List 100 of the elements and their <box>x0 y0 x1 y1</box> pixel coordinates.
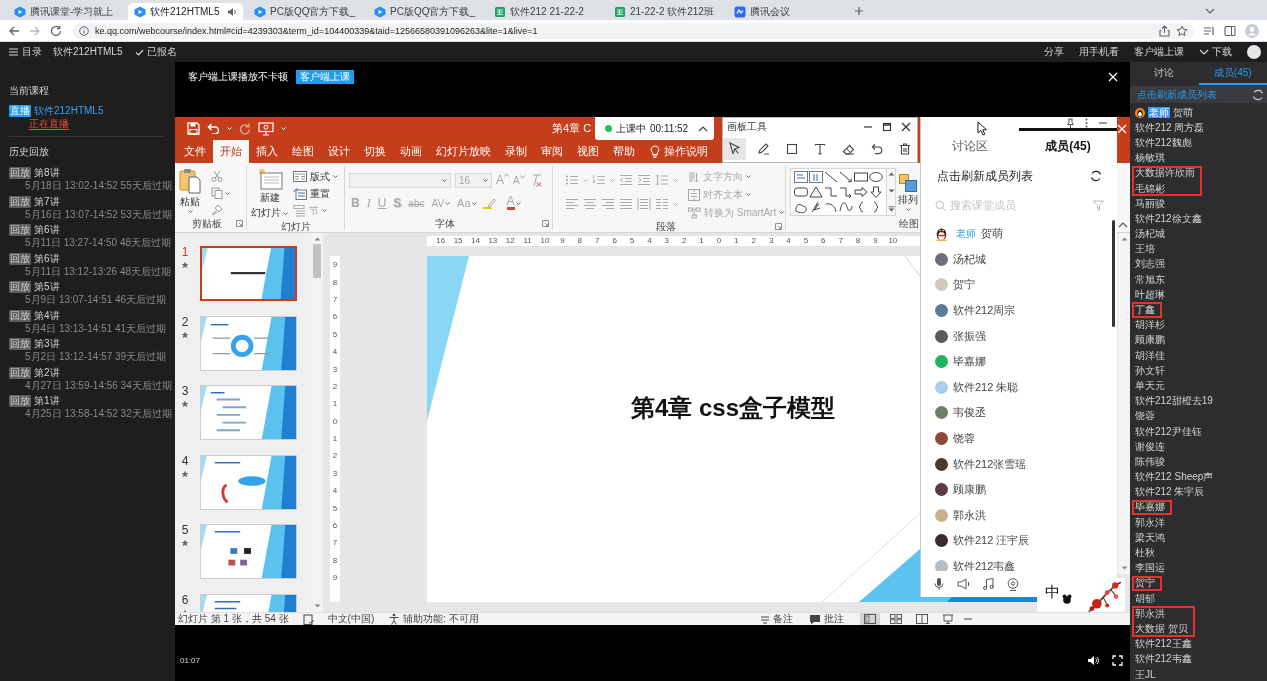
arrange-button[interactable]: 排列 <box>898 168 918 217</box>
ribbon-tab[interactable]: 开始 <box>213 140 249 163</box>
webcam-icon[interactable] <box>1007 577 1019 591</box>
replay-title[interactable]: 第6讲 <box>34 251 60 266</box>
curve-icon[interactable] <box>839 201 853 213</box>
refresh-member-list-link[interactable]: 点击刷新成员列表 <box>937 167 1033 185</box>
arc-icon[interactable] <box>824 201 838 213</box>
ribbon-tab[interactable]: 文件 <box>177 140 213 163</box>
right-arrow-icon[interactable] <box>854 186 868 198</box>
ribbon-tab[interactable]: 幻灯片放映 <box>429 140 498 163</box>
share-icon[interactable] <box>1159 24 1170 37</box>
replay-title[interactable]: 第8讲 <box>34 166 60 180</box>
rectangle-icon[interactable] <box>854 171 868 183</box>
scrollbar-thumb[interactable] <box>1112 220 1115 327</box>
triangle-icon[interactable] <box>809 186 823 198</box>
bookmark-star-icon[interactable] <box>1176 24 1188 37</box>
ribbon-tab[interactable]: 动画 <box>393 140 429 163</box>
browser-tab[interactable]: 腾讯课堂-学习就上 <box>8 3 123 20</box>
ribbon-tab[interactable]: 录制 <box>498 140 534 163</box>
scrollbar-track[interactable] <box>1118 233 1130 574</box>
line-icon[interactable] <box>824 171 838 183</box>
top-bar-link[interactable]: 分享 <box>1044 45 1064 59</box>
side-panel-icon[interactable] <box>1224 24 1236 37</box>
freeform-icon[interactable] <box>794 201 808 213</box>
scroll-down-icon[interactable] <box>313 604 321 608</box>
scroll-up-icon[interactable] <box>313 237 321 241</box>
comments-button[interactable]: 批注 <box>809 612 844 625</box>
maximize-icon[interactable] <box>882 121 892 132</box>
layout-button[interactable]: 版式 <box>293 169 338 184</box>
caret-down-icon[interactable] <box>227 127 232 130</box>
scroll-up-icon[interactable] <box>1120 237 1128 241</box>
reset-button[interactable]: 重置 <box>293 186 338 201</box>
down-arrow-icon[interactable] <box>869 186 883 198</box>
text-box-icon[interactable] <box>794 171 808 183</box>
dialog-launcher-icon[interactable] <box>236 220 243 227</box>
arrow-line-icon[interactable] <box>839 171 853 183</box>
gallery-up-icon[interactable] <box>887 172 895 176</box>
replay-title[interactable]: 第6讲 <box>34 223 60 237</box>
undo-icon[interactable] <box>207 123 220 134</box>
volume-icon[interactable] <box>1087 655 1099 666</box>
browser-tab[interactable]: 软件212 21-22-2 <box>488 3 603 20</box>
panel-tab[interactable]: 讨论 <box>1130 62 1199 85</box>
panel-tab[interactable]: 成员(45) <box>1019 128 1117 161</box>
tell-me-search[interactable]: 操作说明 <box>650 140 708 163</box>
reading-list-icon[interactable] <box>1203 24 1215 37</box>
dialog-launcher-icon[interactable] <box>775 223 782 230</box>
spell-check-icon[interactable] <box>302 613 314 625</box>
browser-tab[interactable]: PC版QQ官方下载_ <box>368 3 483 20</box>
pin-icon[interactable] <box>1066 117 1075 128</box>
tab-search-icon[interactable] <box>1205 8 1215 14</box>
ribbon-tab[interactable]: 插入 <box>249 140 285 163</box>
microphone-icon[interactable] <box>934 577 944 591</box>
gallery-down-icon[interactable] <box>887 189 895 193</box>
input-mode-indicator[interactable]: 中 <box>1045 582 1060 602</box>
presentation-screen-icon[interactable] <box>258 121 274 136</box>
replay-title[interactable]: 第2讲 <box>34 365 60 380</box>
browser-tab[interactable]: PC版QQ官方下载_ <box>248 3 363 20</box>
site-info-icon[interactable] <box>79 25 89 36</box>
browser-tab[interactable]: 腾讯会议 <box>728 3 843 20</box>
live-indicator[interactable]: 上课中 00:11:52 <box>595 117 714 140</box>
address-field[interactable]: ke.qq.com/webcourse/index.html#cid=4239303&term_id=104400339&taid=12566580391096263&lite=1&live=1 <box>73 22 1194 39</box>
replay-title[interactable]: 第3讲 <box>34 337 60 351</box>
fullscreen-icon[interactable] <box>1112 655 1123 666</box>
oval-icon[interactable] <box>869 171 883 183</box>
new-slide-button[interactable]: 新建 幻灯片 <box>251 168 288 220</box>
scribble-icon[interactable] <box>809 201 823 213</box>
contents-menu-button[interactable]: 目录 <box>9 45 42 59</box>
paste-button[interactable]: 粘贴 <box>179 168 201 217</box>
music-note-icon[interactable] <box>983 578 994 590</box>
top-bar-link[interactable]: 客户端上课 <box>1134 45 1184 59</box>
reload-icon[interactable] <box>50 24 62 37</box>
scroll-down-icon[interactable] <box>1120 566 1128 570</box>
back-icon[interactable] <box>8 24 20 37</box>
collapse-ribbon-icon[interactable] <box>1118 222 1128 228</box>
accessibility-button[interactable]: 辅助功能: 不可用 <box>388 612 479 625</box>
copy-icon[interactable] <box>211 187 223 199</box>
ribbon-tab[interactable]: 切换 <box>357 140 393 163</box>
download-button[interactable]: 下载 <box>1199 45 1232 59</box>
ribbon-tab[interactable]: 绘图 <box>285 140 321 163</box>
replay-title[interactable]: 第1讲 <box>34 394 60 408</box>
user-avatar[interactable] <box>1247 45 1261 59</box>
replay-title[interactable]: 第4讲 <box>34 308 60 323</box>
more-icon[interactable] <box>1085 117 1088 128</box>
replay-title[interactable]: 第5讲 <box>34 280 60 294</box>
ribbon-tab[interactable]: 视图 <box>570 140 606 163</box>
new-tab-icon[interactable] <box>854 6 864 16</box>
refresh-member-list-link[interactable]: 点击刷新成员列表 <box>1137 87 1217 102</box>
speaker-icon[interactable] <box>957 578 970 590</box>
elbow-arrow-icon[interactable] <box>839 186 853 198</box>
normal-view-button[interactable] <box>860 613 880 625</box>
slide-thumbnail[interactable] <box>200 246 297 301</box>
notes-button[interactable]: 备注 <box>760 612 793 625</box>
ribbon-tab[interactable]: 帮助 <box>606 140 642 163</box>
tool-button[interactable] <box>723 137 747 160</box>
save-icon[interactable] <box>187 122 200 135</box>
scrollbar-track[interactable] <box>311 233 323 612</box>
top-bar-link[interactable]: 用手机看 <box>1079 45 1119 59</box>
browser-tab[interactable]: 21-22-2 软件212班 <box>608 3 723 20</box>
course-link[interactable]: 软件212HTML5 <box>34 104 104 118</box>
refresh-icon[interactable] <box>1090 170 1102 182</box>
